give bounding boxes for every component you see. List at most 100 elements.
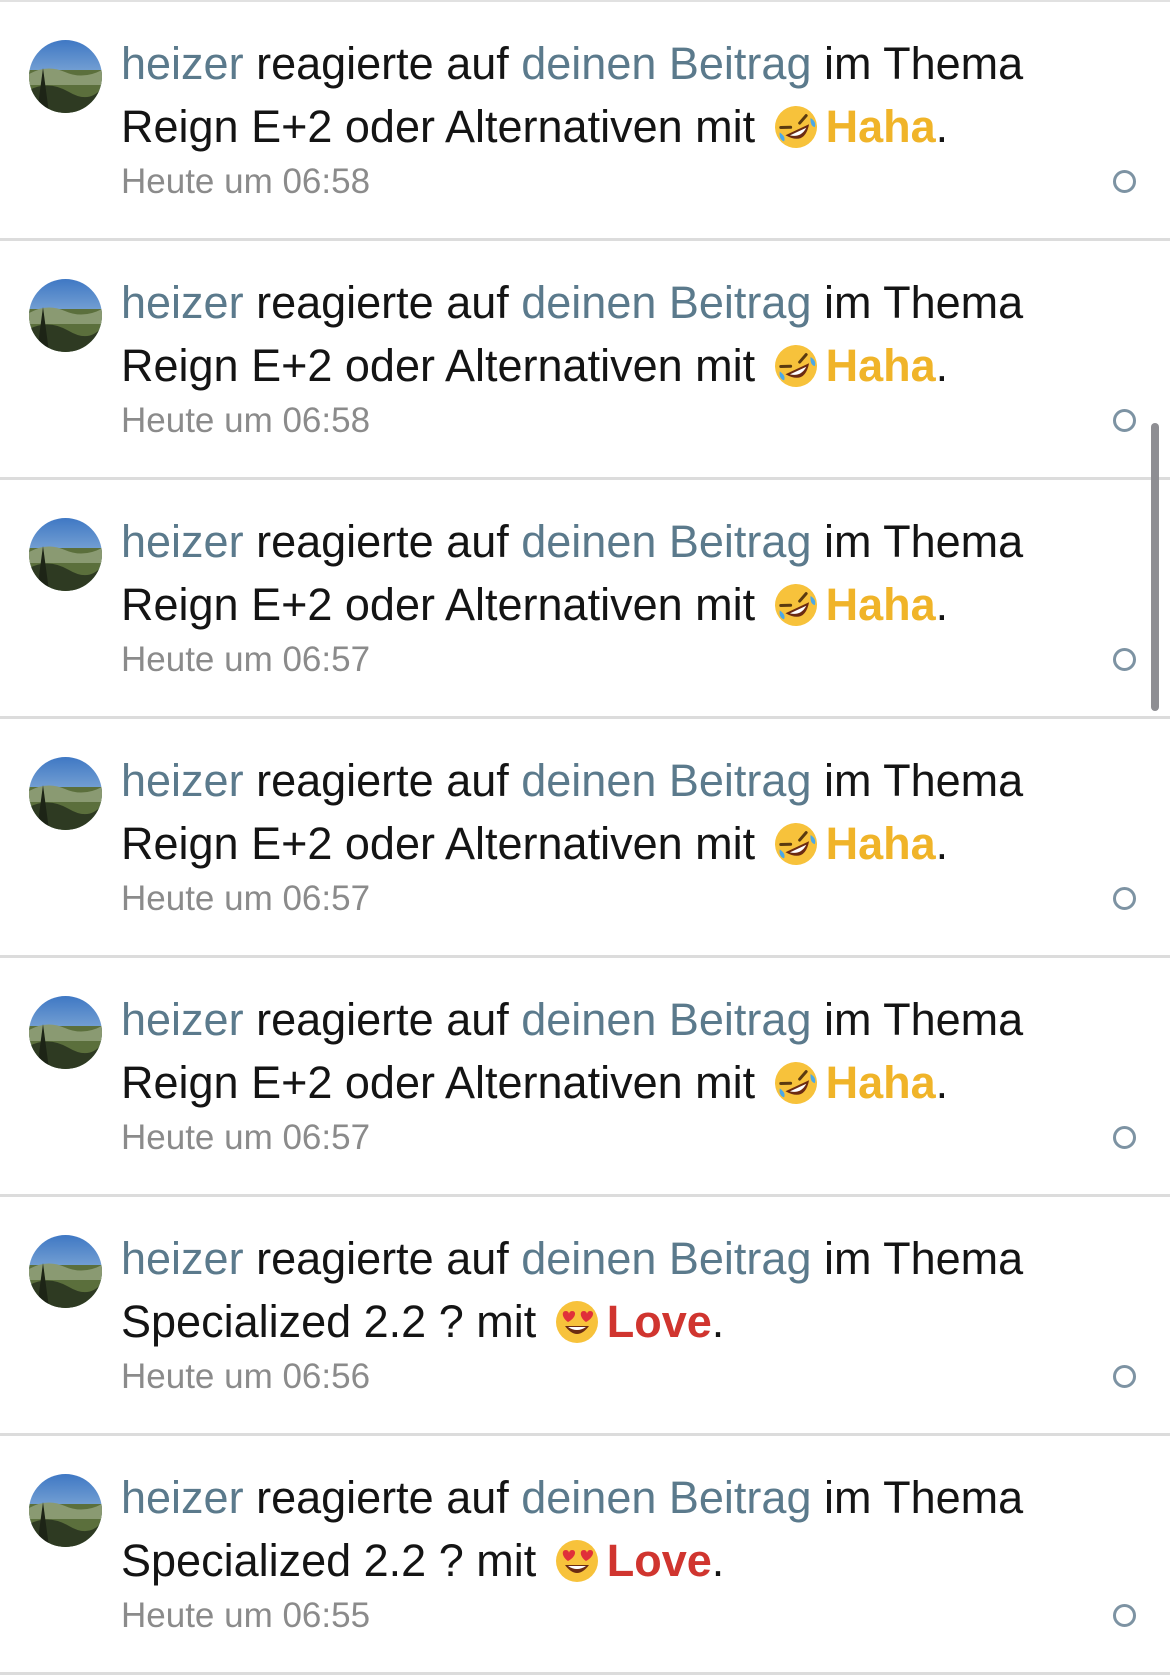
heart-eyes-icon [553,1298,601,1346]
reaction-label: Haha [825,579,936,630]
timestamp: Heute um 06:57 [121,640,371,679]
topic-title[interactable]: Specialized 2.2 ? [121,1296,464,1347]
mark-read-circle-icon[interactable] [1113,887,1136,910]
avatar[interactable] [29,279,102,352]
action-text: reagierte auf [243,516,522,567]
post-link[interactable]: deinen Beitrag [521,38,811,89]
reaction-label: Haha [825,101,936,152]
notification-text-line2: Reign E+2 oder Alternativen mit Haha. [121,334,1051,397]
username-link[interactable]: heizer [121,277,244,328]
avatar[interactable] [29,1235,102,1308]
notification-text-line2: Reign E+2 oder Alternativen mit Haha. [121,1051,1051,1114]
username-link[interactable]: heizer [121,38,244,89]
timestamp: Heute um 06:55 [121,1596,371,1635]
username-link[interactable]: heizer [121,1472,244,1523]
context-text: im Thema [811,516,1024,567]
notification-item[interactable]: heizer reagierte auf deinen Beitrag im T… [0,958,1170,1197]
post-link[interactable]: deinen Beitrag [521,277,811,328]
topic-title[interactable]: Reign E+2 oder Alternativen [121,101,683,152]
sentence-end: . [935,340,949,391]
mark-read-circle-icon[interactable] [1113,648,1136,671]
sentence-end: . [935,1057,949,1108]
topic-title[interactable]: Reign E+2 oder Alternativen [121,1057,683,1108]
context-text: im Thema [811,1233,1024,1284]
notification-item[interactable]: heizer reagierte auf deinen Beitrag im T… [0,241,1170,480]
post-link[interactable]: deinen Beitrag [521,516,811,567]
timestamp: Heute um 06:57 [121,879,371,918]
topic-title[interactable]: Reign E+2 oder Alternativen [121,818,683,869]
notification-text-line2: Specialized 2.2 ? mit Love. [121,1290,1051,1353]
notification-item[interactable]: heizer reagierte auf deinen Beitrag im T… [0,480,1170,719]
sentence-end: . [711,1535,725,1586]
notification-text: heizer reagierte auf deinen Beitrag im T… [121,1227,1051,1290]
notification-text-line2: Reign E+2 oder Alternativen mit Haha. [121,95,1051,158]
avatar[interactable] [29,518,102,591]
post-link[interactable]: deinen Beitrag [521,1233,811,1284]
context-text: im Thema [811,755,1024,806]
timestamp: Heute um 06:58 [121,401,371,440]
notification-text-line2: Reign E+2 oder Alternativen mit Haha. [121,573,1051,636]
avatar[interactable] [29,40,102,113]
notification-item[interactable]: heizer reagierte auf deinen Beitrag im T… [0,1436,1170,1675]
mark-read-circle-icon[interactable] [1113,1604,1136,1627]
rolling-on-floor-laughing-icon [772,581,820,629]
sentence-end: . [935,579,949,630]
topic-title[interactable]: Reign E+2 oder Alternativen [121,340,683,391]
notification-content: heizer reagierte auf deinen Beitrag im T… [121,32,1051,204]
notification-text: heizer reagierte auf deinen Beitrag im T… [121,271,1051,334]
sentence-end: . [935,101,949,152]
avatar[interactable] [29,1474,102,1547]
notification-text: heizer reagierte auf deinen Beitrag im T… [121,749,1051,812]
timestamp: Heute um 06:58 [121,162,371,201]
username-link[interactable]: heizer [121,1233,244,1284]
with-text: mit [682,340,768,391]
context-text: im Thema [811,1472,1024,1523]
rolling-on-floor-laughing-icon [772,103,820,151]
notification-text-line2: Specialized 2.2 ? mit Love. [121,1529,1051,1592]
post-link[interactable]: deinen Beitrag [521,1472,811,1523]
notification-content: heizer reagierte auf deinen Beitrag im T… [121,271,1051,443]
post-link[interactable]: deinen Beitrag [521,994,811,1045]
notification-text: heizer reagierte auf deinen Beitrag im T… [121,32,1051,95]
reaction-label: Haha [825,818,936,869]
mark-read-circle-icon[interactable] [1113,1126,1136,1149]
avatar[interactable] [29,996,102,1069]
notification-text: heizer reagierte auf deinen Beitrag im T… [121,510,1051,573]
rolling-on-floor-laughing-icon [772,820,820,868]
with-text: mit [463,1296,549,1347]
topic-title[interactable]: Specialized 2.2 ? [121,1535,464,1586]
username-link[interactable]: heizer [121,994,244,1045]
with-text: mit [682,1057,768,1108]
with-text: mit [682,579,768,630]
timestamp: Heute um 06:56 [121,1357,371,1396]
post-link[interactable]: deinen Beitrag [521,755,811,806]
notification-item[interactable]: heizer reagierte auf deinen Beitrag im T… [0,719,1170,958]
reaction-label: Haha [825,1057,936,1108]
action-text: reagierte auf [243,38,522,89]
rolling-on-floor-laughing-icon [772,342,820,390]
mark-read-circle-icon[interactable] [1113,1365,1136,1388]
username-link[interactable]: heizer [121,755,244,806]
notification-item[interactable]: heizer reagierte auf deinen Beitrag im T… [0,2,1170,241]
with-text: mit [463,1535,549,1586]
username-link[interactable]: heizer [121,516,244,567]
sentence-end: . [935,818,949,869]
notification-list: heizer reagierte auf deinen Beitrag im T… [0,0,1170,1675]
notification-item[interactable]: heizer reagierte auf deinen Beitrag im T… [0,1197,1170,1436]
context-text: im Thema [811,994,1024,1045]
reaction-label: Haha [825,340,936,391]
avatar[interactable] [29,757,102,830]
mark-read-circle-icon[interactable] [1113,409,1136,432]
sentence-end: . [711,1296,725,1347]
timestamp: Heute um 06:57 [121,1118,371,1157]
heart-eyes-icon [553,1537,601,1585]
notification-text-line2: Reign E+2 oder Alternativen mit Haha. [121,812,1051,875]
notification-text: heizer reagierte auf deinen Beitrag im T… [121,988,1051,1051]
notification-text: heizer reagierte auf deinen Beitrag im T… [121,1466,1051,1529]
mark-read-circle-icon[interactable] [1113,170,1136,193]
topic-title[interactable]: Reign E+2 oder Alternativen [121,579,683,630]
with-text: mit [682,818,768,869]
notification-content: heizer reagierte auf deinen Beitrag im T… [121,1227,1051,1399]
rolling-on-floor-laughing-icon [772,1059,820,1107]
scrollbar[interactable] [1151,423,1159,711]
